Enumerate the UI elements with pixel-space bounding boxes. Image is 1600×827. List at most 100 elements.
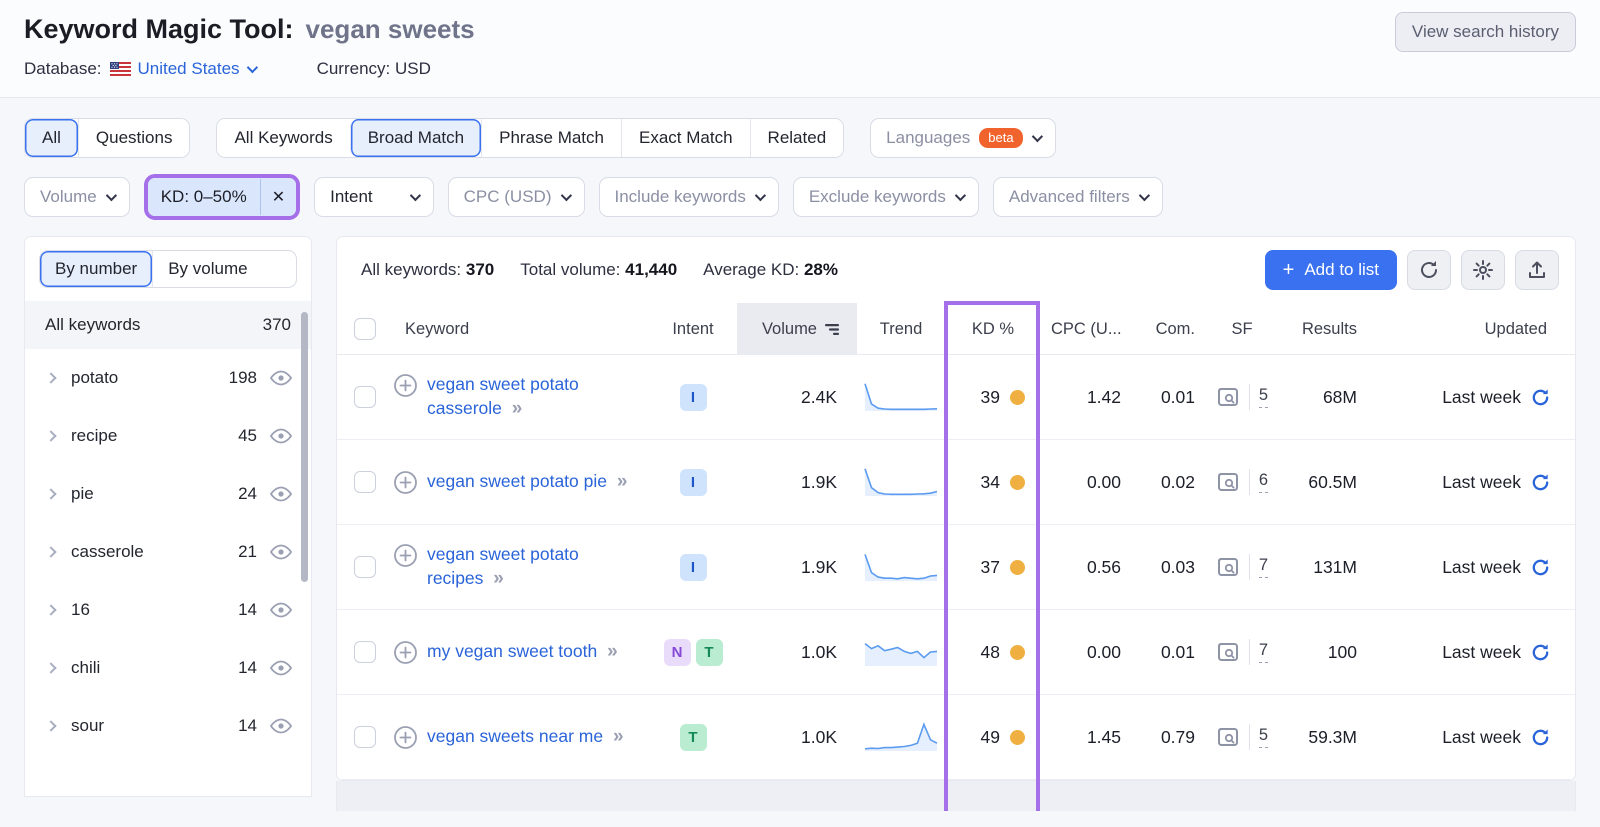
row-refresh-icon[interactable] (1530, 642, 1551, 663)
serp-features-icon[interactable] (1216, 556, 1240, 578)
cpc-value: 0.56 (1086, 556, 1121, 577)
row-checkbox[interactable] (354, 641, 376, 663)
serp-features-count[interactable]: 7 (1258, 641, 1269, 663)
kd-difficulty-dot (1010, 644, 1025, 660)
export-button[interactable] (1515, 250, 1559, 290)
row-refresh-icon[interactable] (1530, 472, 1551, 493)
tab-exact-match[interactable]: Exact Match (621, 119, 750, 157)
tab-phrase-match[interactable]: Phrase Match (481, 119, 621, 157)
row-checkbox[interactable] (354, 556, 376, 578)
serp-features-count[interactable]: 5 (1258, 386, 1269, 408)
kd-filter-chip[interactable]: KD: 0–50% ✕ (147, 178, 297, 216)
column-header-keyword[interactable]: Keyword (393, 303, 649, 355)
group-count: 14 (238, 716, 257, 735)
chevron-right-icon (45, 430, 57, 442)
sidebar-group-recipe[interactable]: recipe 45 (25, 407, 311, 465)
column-header-cpc[interactable]: CPC (U... (1041, 303, 1137, 355)
database-selector[interactable]: United States (138, 59, 258, 79)
sidebar-group-casserole[interactable]: casserole 21 (25, 523, 311, 581)
volume-value: 1.9K (801, 471, 837, 492)
table-row: vegan sweets near me » T 1.0K 49 1.45 0.… (337, 695, 1575, 780)
column-header-updated[interactable]: Updated (1367, 303, 1575, 355)
expand-keyword-icon[interactable]: » (607, 641, 618, 662)
kd-filter-clear-button[interactable]: ✕ (259, 179, 296, 215)
column-header-kd[interactable]: KD % (945, 303, 1041, 355)
expand-keyword-icon[interactable]: » (617, 471, 628, 492)
serp-features-count[interactable]: 5 (1258, 726, 1269, 748)
languages-dropdown[interactable]: Languages beta (870, 118, 1056, 158)
row-refresh-icon[interactable] (1530, 727, 1551, 748)
sidebar-item-all-keywords[interactable]: All keywords 370 (25, 301, 311, 349)
refresh-button[interactable] (1407, 250, 1451, 290)
keyword-link[interactable]: vegan sweet potato pie (427, 471, 612, 491)
serp-features-icon[interactable] (1216, 641, 1240, 663)
tab-all[interactable]: All (25, 119, 78, 157)
view-search-history-button[interactable]: View search history (1394, 12, 1576, 52)
sidebar-group-potato[interactable]: potato 198 (25, 349, 311, 407)
include-keywords-dropdown[interactable]: Include keywords (598, 177, 779, 217)
row-checkbox[interactable] (354, 471, 376, 493)
eye-icon[interactable] (269, 428, 293, 444)
serp-features-count[interactable]: 6 (1258, 471, 1269, 493)
gear-icon (1473, 260, 1493, 280)
tab-related[interactable]: Related (749, 119, 844, 157)
column-header-serp-features[interactable]: SF (1207, 303, 1277, 355)
exclude-keywords-dropdown[interactable]: Exclude keywords (792, 177, 979, 217)
volume-filter-dropdown[interactable]: Volume (24, 177, 130, 217)
keyword-link[interactable]: vegan sweets near me (427, 726, 608, 746)
add-to-list-button[interactable]: + Add to list (1264, 250, 1397, 290)
sidebar-group-16[interactable]: 16 14 (25, 581, 311, 639)
intent-badges: I (649, 553, 737, 581)
add-keyword-icon[interactable] (393, 543, 418, 568)
eye-icon[interactable] (269, 486, 293, 502)
expand-keyword-icon[interactable]: » (512, 398, 523, 419)
settings-button[interactable] (1461, 250, 1505, 290)
tab-questions[interactable]: Questions (77, 119, 190, 157)
row-refresh-icon[interactable] (1530, 557, 1551, 578)
add-keyword-icon[interactable] (393, 470, 418, 495)
group-count: 21 (238, 542, 257, 561)
tab-by-number[interactable]: By number (40, 251, 153, 287)
intent-filter-dropdown[interactable]: Intent (314, 177, 434, 217)
tab-broad-match[interactable]: Broad Match (349, 119, 482, 157)
sidebar-group-chili[interactable]: chili 14 (25, 639, 311, 697)
tab-by-volume[interactable]: By volume (152, 251, 263, 287)
sidebar-group-pie[interactable]: pie 24 (25, 465, 311, 523)
add-keyword-icon[interactable] (393, 725, 418, 750)
column-header-volume[interactable]: Volume (737, 303, 857, 355)
serp-features-icon[interactable] (1216, 471, 1240, 493)
kd-difficulty-dot (1010, 474, 1025, 490)
serp-features-icon[interactable] (1216, 386, 1240, 408)
eye-icon[interactable] (269, 602, 293, 618)
page-title: Keyword Magic Tool: (24, 14, 294, 44)
chevron-down-icon (409, 189, 421, 202)
eye-icon[interactable] (269, 544, 293, 560)
serp-features-icon[interactable] (1216, 726, 1240, 748)
select-all-checkbox[interactable] (354, 318, 376, 340)
advanced-filters-dropdown[interactable]: Advanced filters (992, 177, 1163, 217)
sidebar-group-sour[interactable]: sour 14 (25, 697, 311, 755)
expand-keyword-icon[interactable]: » (613, 726, 624, 747)
expand-keyword-icon[interactable]: » (493, 568, 504, 589)
currency-label: Currency: USD (316, 59, 431, 78)
tab-all-keywords[interactable]: All Keywords (217, 119, 350, 157)
add-keyword-icon[interactable] (393, 640, 418, 665)
add-keyword-icon[interactable] (393, 373, 418, 398)
keyword-link[interactable]: vegan sweet potato casserole (427, 374, 579, 418)
column-header-results[interactable]: Results (1277, 303, 1367, 355)
row-checkbox[interactable] (354, 726, 376, 748)
eye-icon[interactable] (269, 718, 293, 734)
sort-descending-icon (825, 323, 839, 335)
row-checkbox[interactable] (354, 386, 376, 408)
serp-features-count[interactable]: 7 (1258, 556, 1269, 578)
row-refresh-icon[interactable] (1530, 387, 1551, 408)
eye-icon[interactable] (269, 660, 293, 676)
sidebar-scrollbar[interactable] (301, 312, 308, 582)
eye-icon[interactable] (269, 370, 293, 386)
column-header-trend[interactable]: Trend (857, 303, 945, 355)
column-header-competition[interactable]: Com. (1137, 303, 1207, 355)
keyword-link[interactable]: my vegan sweet tooth (427, 641, 602, 661)
column-header-intent[interactable]: Intent (649, 303, 737, 355)
cpc-filter-dropdown[interactable]: CPC (USD) (447, 177, 585, 217)
intent-badge-informational: I (679, 468, 707, 496)
